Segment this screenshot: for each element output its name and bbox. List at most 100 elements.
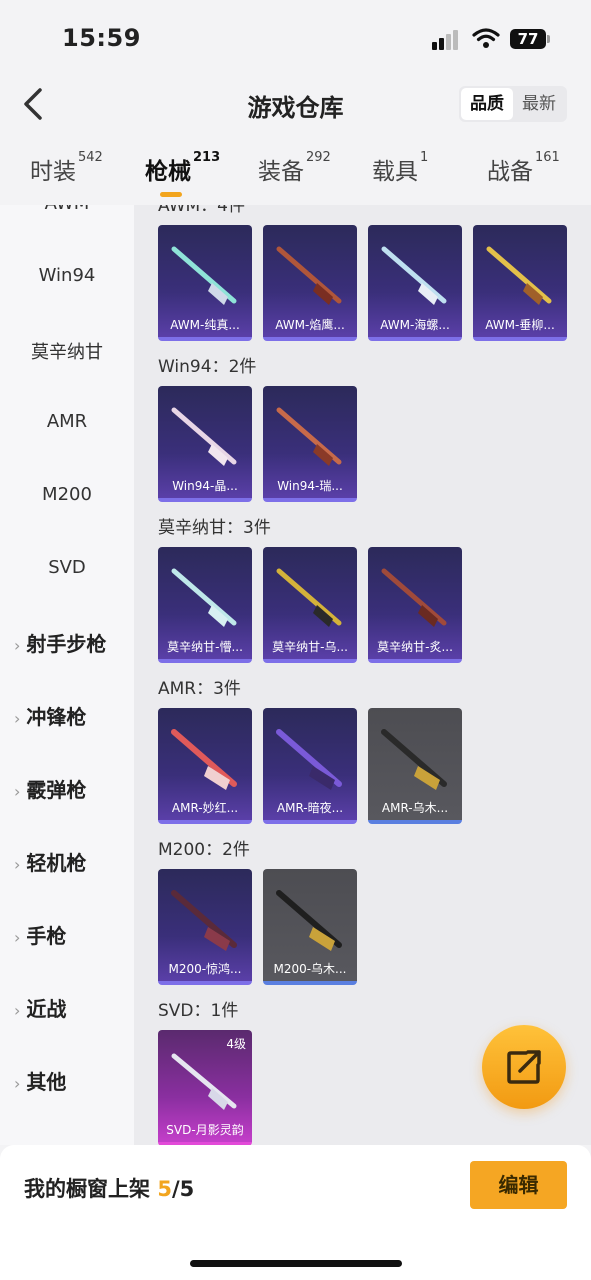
sidebar-group-smg[interactable]: › 冲锋枪 [14,701,86,730]
weapon-name: AWM-海螺... [380,318,450,332]
rifle-icon [276,246,342,305]
showcase-count: 5 [157,1177,172,1201]
weapon-name: 莫辛纳甘-乌... [272,640,348,654]
tab-vehicles[interactable]: 载具1 [372,150,429,186]
weapon-grid: AWM：4件 AWM-纯真... AWM-焰鹰... AWM-海螺... AWM… [134,205,591,1145]
sidebar-item-win94[interactable]: Win94 [0,265,134,286]
cellular-signal-icon [432,30,462,50]
sidebar-group-dmr[interactable]: › 射手步枪 [14,628,106,657]
sidebar-item-amr[interactable]: AMR [0,411,134,432]
sidebar-group-other[interactable]: › 其他 [14,1066,66,1095]
tab-count: 213 [193,150,221,165]
sidebar-item-svd[interactable]: SVD [0,557,134,578]
external-link-icon [507,1050,541,1084]
share-button[interactable] [482,1025,566,1109]
sidebar-group-label: 霰弹枪 [26,778,87,802]
weapon-name: 莫辛纳甘-炙... [377,640,453,654]
weapon-card[interactable]: AWM-垂柳... [473,225,567,341]
sidebar-group-shotgun[interactable]: › 霰弹枪 [14,774,86,803]
tab-supplies[interactable]: 战备161 [487,150,560,186]
tab-count: 292 [306,150,331,165]
weapon-name: Win94-瑞... [277,479,343,493]
showcase-status: 我的橱窗上架 5/5 [24,1173,194,1203]
weapon-card[interactable]: AMR-妙红... [158,708,252,824]
sort-toggle: 品质 最新 [459,86,567,122]
weapon-card[interactable]: 4级 SVD-月影灵韵 [158,1030,252,1145]
tab-equipment[interactable]: 装备292 [258,150,331,186]
chevron-right-icon: › [14,1001,21,1020]
section-title-amr: AMR：3件 [158,679,241,699]
weapon-name: SVD-月影灵韵 [166,1123,244,1137]
weapon-name: AWM-焰鹰... [275,318,345,332]
chevron-right-icon: › [14,636,21,655]
weapon-name: 莫辛纳甘-懵... [167,640,243,654]
status-bar: 15:59 77 [0,0,591,80]
sidebar-group-label: 其他 [26,1070,67,1094]
sidebar-group-label: 射手步枪 [26,632,107,656]
chevron-right-icon: › [14,928,21,947]
tab-count: 1 [420,150,429,165]
weapon-card[interactable]: AMR-暗夜... [263,708,357,824]
section-title-awm: AWM：4件 [158,205,245,216]
weapon-card[interactable]: M200-惊鸿... [158,869,252,985]
tab-fashion[interactable]: 时装542 [30,150,103,186]
tab-count: 542 [78,150,103,165]
weapon-card[interactable]: M200-乌木... [263,869,357,985]
sort-quality-button[interactable]: 品质 [461,88,513,120]
section-title-m200: M200：2件 [158,840,250,860]
weapon-card[interactable]: Win94-晶... [158,386,252,502]
weapon-card[interactable]: AWM-纯真... [158,225,252,341]
sidebar-group-pistol[interactable]: › 手枪 [14,920,66,949]
sidebar-group-label: 冲锋枪 [26,705,87,729]
weapon-card[interactable]: AWM-焰鹰... [263,225,357,341]
weapon-card[interactable]: 莫辛纳甘-懵... [158,547,252,663]
weapon-card[interactable]: 莫辛纳甘-炙... [368,547,462,663]
sidebar-group-label: 近战 [26,997,67,1021]
tab-label: 载具 [372,159,418,185]
rifle-icon [486,246,552,305]
sort-newest-button[interactable]: 最新 [513,88,565,120]
tab-firearms[interactable]: 枪械213 [145,150,221,197]
edit-button[interactable]: 编辑 [470,1161,567,1209]
section-title-svd: SVD：1件 [158,1001,239,1021]
chevron-right-icon: › [14,855,21,874]
weapon-name: AMR-妙红... [171,801,239,815]
active-tab-indicator [160,192,182,197]
tab-label: 时装 [30,159,76,185]
weapon-name: M200-惊鸿... [168,962,242,976]
weapon-name: M200-乌木... [273,962,347,976]
weapon-name: AWM-垂柳... [485,318,555,332]
rifle-icon [171,246,237,305]
sidebar-group-melee[interactable]: › 近战 [14,993,66,1022]
sidebar-item-m200[interactable]: M200 [0,484,134,505]
status-time: 15:59 [62,24,141,52]
tab-label: 战备 [487,159,533,185]
chevron-right-icon: › [14,709,21,728]
weapon-card[interactable]: AWM-海螺... [368,225,462,341]
chevron-right-icon: › [14,1074,21,1093]
rifle-icon [171,890,237,951]
weapon-card[interactable]: 莫辛纳甘-乌... [263,547,357,663]
weapon-name: Win94-晶... [172,479,238,493]
rifle-icon [171,1053,237,1110]
rifle-icon [276,407,342,466]
weapon-card[interactable]: Win94-瑞... [263,386,357,502]
sidebar-group-label: 手枪 [26,924,67,948]
rifle-icon [171,568,237,627]
tab-count: 161 [535,150,560,165]
category-tabs: 时装542 枪械213 装备292 载具1 战备161 [0,150,591,202]
page-header: 游戏仓库 品质 最新 [0,80,591,130]
sidebar-group-lmg[interactable]: › 轻机枪 [14,847,86,876]
section-title-mosin: 莫辛纳甘：3件 [158,518,271,538]
rifle-icon [381,568,447,627]
rifle-icon [381,246,447,305]
sidebar-group-label: 轻机枪 [26,851,87,875]
tab-label: 装备 [258,159,304,185]
weapon-card[interactable]: AMR-乌木... [368,708,462,824]
sidebar-item-awm[interactable]: AWM [0,205,134,214]
wifi-icon [472,28,500,48]
rifle-icon [276,568,342,627]
home-indicator[interactable] [190,1260,402,1267]
rifle-icon [276,729,342,790]
sidebar-item-mosin[interactable]: 莫辛纳甘 [0,338,134,364]
